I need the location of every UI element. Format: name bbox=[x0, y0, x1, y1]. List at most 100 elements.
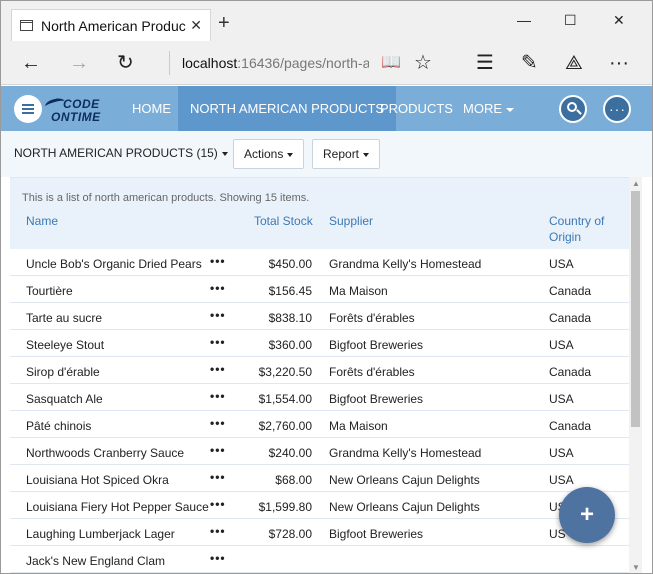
cell-supplier: Forêts d'érables bbox=[329, 365, 415, 379]
row-menu-icon[interactable]: ••• bbox=[210, 281, 226, 295]
table-row[interactable]: Tarte au sucre ••• $838.10 Forêts d'érables… bbox=[10, 303, 629, 330]
cell-total-stock: $2,760.00 bbox=[258, 419, 312, 433]
column-header-country[interactable]: Country of bbox=[549, 214, 604, 228]
forward-icon[interactable]: → bbox=[69, 51, 89, 75]
cell-total-stock: $360.00 bbox=[268, 338, 312, 352]
cell-name: Steeleye Stout bbox=[26, 338, 105, 352]
refresh-icon[interactable]: ↻ bbox=[117, 51, 134, 75]
cell-total-stock: $728.00 bbox=[268, 527, 312, 541]
row-menu-icon[interactable]: ••• bbox=[210, 335, 226, 349]
cell-name: Uncle Bob's Organic Dried Pears bbox=[26, 257, 202, 271]
row-menu-icon[interactable]: ••• bbox=[210, 254, 226, 268]
cell-name: Louisiana Hot Spiced Okra bbox=[26, 473, 169, 487]
table-row[interactable]: Jack's New England Clam ••• bbox=[10, 546, 629, 573]
scroll-down-icon[interactable]: ▼ bbox=[632, 563, 640, 572]
cell-supplier: Grandma Kelly's Homestead bbox=[329, 446, 482, 460]
cell-country: Canada bbox=[549, 419, 592, 433]
share-icon[interactable]: ⟁ bbox=[565, 51, 583, 75]
actions-button[interactable]: Actions bbox=[233, 139, 305, 169]
app-page: CODE ONTIME HOME NORTH AMERICAN PRODUCTS… bbox=[1, 86, 652, 573]
nav-home[interactable]: HOME bbox=[120, 86, 183, 131]
table-row[interactable]: Louisiana Fiery Hot Pepper Sauce ••• $1,59… bbox=[10, 492, 629, 519]
menu-button[interactable] bbox=[14, 95, 42, 123]
reading-view-icon[interactable]: 📖 bbox=[381, 51, 401, 75]
row-menu-icon[interactable]: ••• bbox=[210, 389, 226, 403]
more-actions-icon[interactable]: ··· bbox=[609, 51, 629, 75]
vertical-scrollbar[interactable]: ▲ ▼ bbox=[629, 177, 642, 573]
cell-country: USA bbox=[549, 473, 574, 487]
scroll-thumb[interactable] bbox=[631, 191, 640, 427]
nav-more[interactable]: MORE bbox=[451, 86, 526, 131]
hub-icon[interactable]: ☰ bbox=[476, 51, 494, 75]
row-menu-icon[interactable]: ••• bbox=[210, 362, 226, 376]
table-row[interactable]: Tourtière ••• $156.45 Ma Maison Canada bbox=[10, 276, 629, 303]
cell-country: USA bbox=[549, 392, 574, 406]
plus-icon: + bbox=[579, 501, 594, 528]
minimize-icon[interactable]: — bbox=[517, 12, 531, 28]
report-button[interactable]: Report bbox=[312, 139, 381, 169]
row-menu-icon[interactable]: ••• bbox=[210, 551, 226, 565]
table-row[interactable]: Uncle Bob's Organic Dried Pears ••• $450.0… bbox=[10, 249, 629, 276]
cell-supplier: Bigfoot Breweries bbox=[329, 392, 424, 406]
column-header-total-stock[interactable]: Total Stock bbox=[254, 214, 313, 228]
table-row[interactable]: Sasquatch Ale ••• $1,554.00 Bigfoot Breweri… bbox=[10, 384, 629, 411]
table-row[interactable]: Pâté chinois ••• $2,760.00 Ma Maison Canada bbox=[10, 411, 629, 438]
row-menu-icon[interactable]: ••• bbox=[210, 416, 226, 430]
cell-country: Canada bbox=[549, 365, 592, 379]
row-menu-icon[interactable]: ••• bbox=[210, 308, 226, 322]
row-menu-icon[interactable]: ••• bbox=[210, 497, 226, 511]
row-menu-icon[interactable]: ••• bbox=[210, 443, 226, 457]
url-path: :16436/pages/north-an bbox=[237, 55, 369, 71]
cell-name: Laughing Lumberjack Lager bbox=[26, 527, 175, 541]
actions-label: Actions bbox=[244, 147, 284, 161]
column-header-name[interactable]: Name bbox=[26, 214, 58, 228]
cell-supplier: Grandma Kelly's Homestead bbox=[329, 257, 482, 271]
address-bar[interactable]: localhost:16436/pages/north-an bbox=[169, 51, 369, 75]
table-row[interactable]: Sirop d'érable ••• $3,220.50 Forêts d'érabl… bbox=[10, 357, 629, 384]
logo[interactable]: CODE ONTIME bbox=[44, 95, 109, 125]
cell-supplier: Forêts d'érables bbox=[329, 311, 415, 325]
nav-more-label: MORE bbox=[463, 101, 502, 116]
column-header-country-line2[interactable]: Origin bbox=[549, 230, 581, 244]
search-button[interactable] bbox=[559, 95, 587, 123]
menu-icon bbox=[22, 104, 34, 114]
favorite-icon[interactable]: ☆ bbox=[414, 51, 432, 75]
column-header-supplier[interactable]: Supplier bbox=[329, 214, 373, 228]
cell-supplier: Ma Maison bbox=[329, 284, 388, 298]
cell-name: Jack's New England Clam bbox=[26, 554, 166, 568]
tab-close-icon[interactable]: ✕ bbox=[190, 17, 202, 34]
cell-supplier: Bigfoot Breweries bbox=[329, 338, 424, 352]
back-icon[interactable]: ← bbox=[21, 51, 41, 75]
chevron-down-icon bbox=[221, 151, 228, 156]
add-button[interactable]: + bbox=[559, 487, 615, 543]
maximize-icon[interactable]: ☐ bbox=[564, 12, 577, 28]
app-more-button[interactable]: ··· bbox=[603, 95, 631, 123]
view-toolbar: NORTH AMERICAN PRODUCTS (15) Actions Rep… bbox=[1, 131, 652, 177]
nav-north-american-products[interactable]: NORTH AMERICAN PRODUCTS bbox=[178, 86, 397, 131]
grid-description: This is a list of north american product… bbox=[22, 192, 310, 204]
view-title: NORTH AMERICAN PRODUCTS (15) bbox=[14, 146, 218, 160]
chevron-down-icon bbox=[363, 152, 370, 157]
new-tab-icon[interactable]: + bbox=[218, 13, 230, 33]
table-row[interactable]: Laughing Lumberjack Lager ••• $728.00 Bigfo… bbox=[10, 519, 629, 546]
cell-total-stock: $240.00 bbox=[268, 446, 312, 460]
web-note-icon[interactable]: ✎ bbox=[521, 51, 538, 75]
cell-total-stock: $3,220.50 bbox=[258, 365, 312, 379]
cell-supplier: Ma Maison bbox=[329, 419, 388, 433]
report-label: Report bbox=[323, 147, 360, 161]
scroll-up-icon[interactable]: ▲ bbox=[632, 179, 640, 188]
table-row[interactable]: Louisiana Hot Spiced Okra ••• $68.00 New Or… bbox=[10, 465, 629, 492]
cell-total-stock: $1,599.80 bbox=[258, 500, 312, 514]
cell-supplier: New Orleans Cajun Delights bbox=[329, 473, 480, 487]
table-row[interactable]: Steeleye Stout ••• $360.00 Bigfoot Brewerie… bbox=[10, 330, 629, 357]
row-menu-icon[interactable]: ••• bbox=[210, 524, 226, 538]
row-menu-icon[interactable]: ••• bbox=[210, 470, 226, 484]
cell-country: USA bbox=[549, 257, 574, 271]
view-selector[interactable]: NORTH AMERICAN PRODUCTS (15) bbox=[14, 146, 228, 160]
close-window-icon[interactable]: ✕ bbox=[613, 12, 625, 28]
cell-country: USA bbox=[549, 338, 574, 352]
table-row[interactable]: Northwoods Cranberry Sauce ••• $240.00 Gran… bbox=[10, 438, 629, 465]
cell-name: Louisiana Fiery Hot Pepper Sauce bbox=[26, 500, 209, 514]
browser-tab[interactable]: North American Product ✕ bbox=[11, 9, 211, 41]
cell-total-stock: $156.45 bbox=[268, 284, 312, 298]
